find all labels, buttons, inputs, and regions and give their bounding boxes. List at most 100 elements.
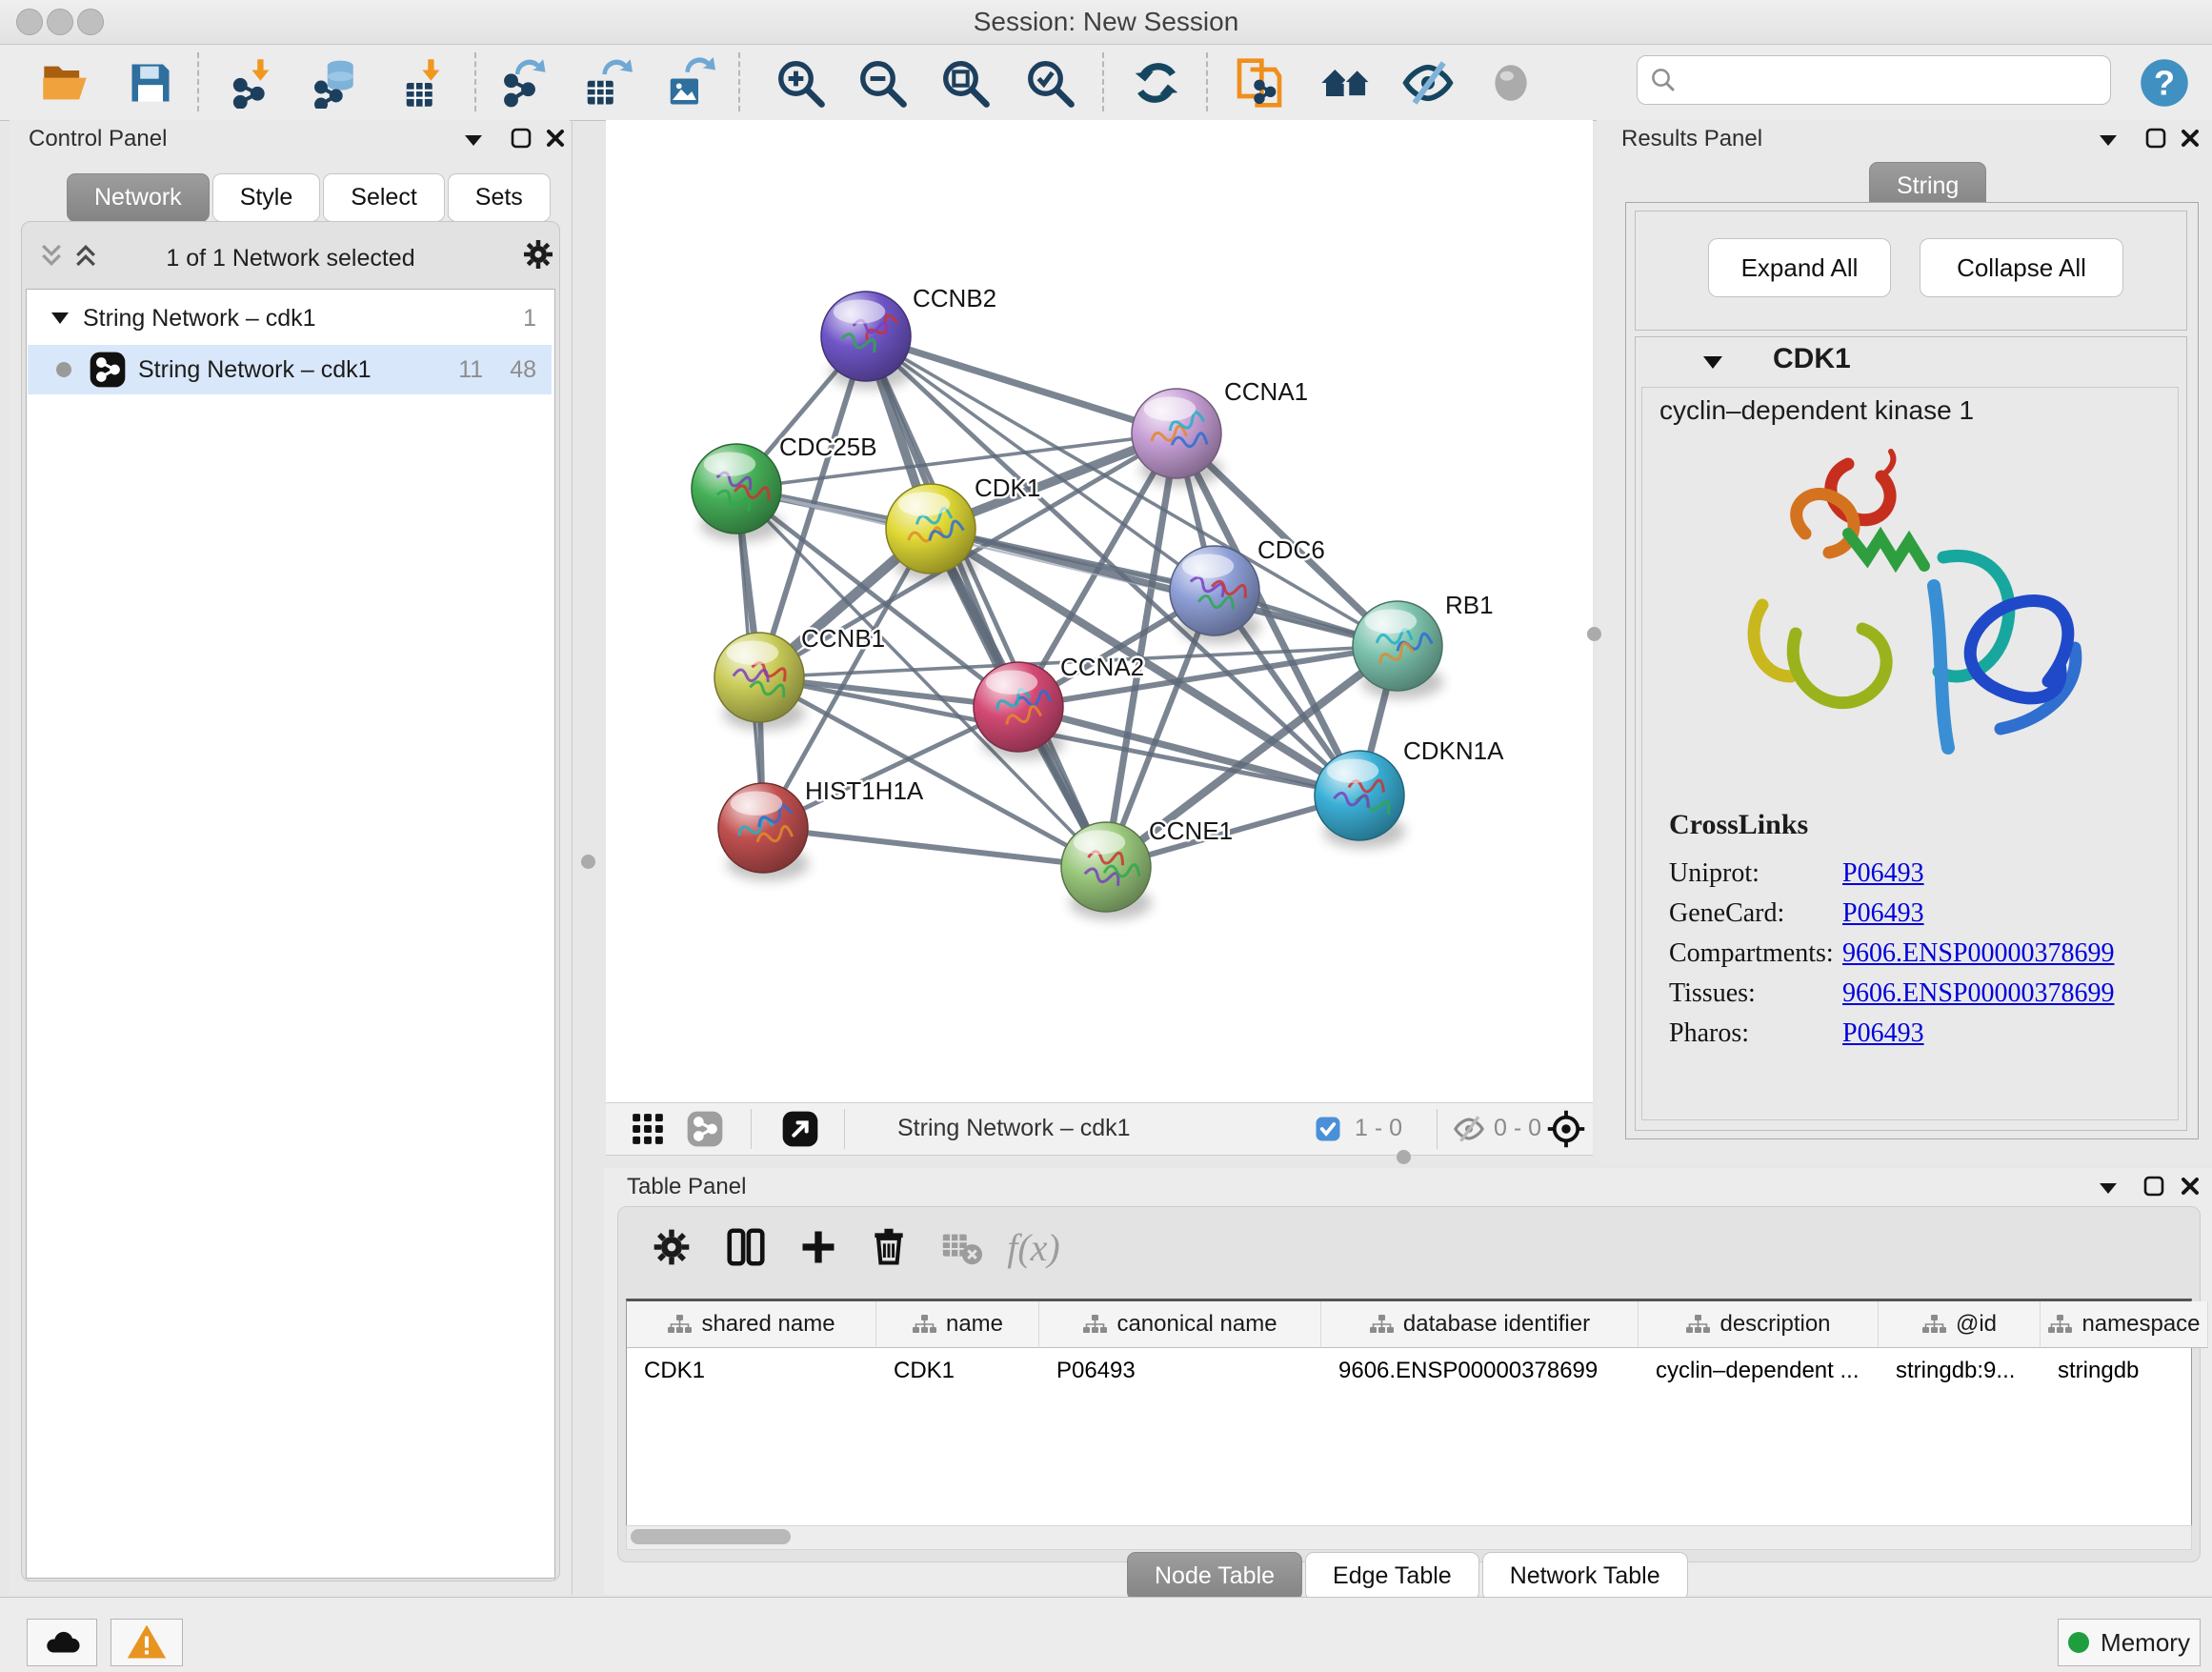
panel-menu-icon[interactable] [2092,1174,2124,1202]
table-panel-title: Table Panel [627,1174,746,1200]
column-header-description[interactable]: description [1639,1301,1879,1348]
tab-edge-table[interactable]: Edge Table [1305,1552,1479,1601]
delete-table-icon [935,1220,988,1274]
table-cell[interactable]: CDK1 [876,1348,1039,1394]
svg-text:CCNA2: CCNA2 [1060,653,1144,681]
column-header-name[interactable]: name [876,1301,1039,1348]
crosslink-value-link[interactable]: 9606.ENSP00000378699 [1842,978,2114,1009]
string-view-icon[interactable] [684,1109,726,1149]
table-gear-icon[interactable] [645,1220,698,1274]
table-cell[interactable]: 9606.ENSP00000378699 [1321,1348,1639,1394]
tab-select[interactable]: Select [323,173,444,222]
open-session-icon[interactable] [38,56,91,110]
export-network-icon[interactable] [497,56,551,110]
help-icon[interactable]: ? [2138,56,2191,110]
entry-collapse-icon[interactable] [1702,354,1723,371]
crosslink-value-link[interactable]: P06493 [1842,858,1924,889]
crosslink-label: Compartments: [1669,938,1842,969]
scrollbar-thumb[interactable] [631,1529,791,1544]
network-canvas[interactable]: CCNB2CCNA1CDC25BCDK1CDC6RB1CCNB1CCNA2CDK… [606,120,1593,1102]
table-cell[interactable]: stringdb:9... [1879,1348,2041,1394]
svg-text:HIST1H1A: HIST1H1A [805,776,924,805]
column-header--id[interactable]: @id [1879,1301,2041,1348]
selected-checkbox-icon[interactable] [1307,1109,1349,1149]
table-horizontal-scrollbar[interactable] [626,1525,2192,1550]
houses-icon[interactable] [1319,56,1373,110]
hide-graphics-details-icon[interactable] [1401,56,1455,110]
export-table-icon[interactable] [580,56,633,110]
tab-sets[interactable]: Sets [448,173,551,222]
column-header-shared-name[interactable]: shared name [627,1301,876,1348]
node-table[interactable]: shared namenamecanonical namedatabase id… [626,1299,2192,1527]
network-tree: String Network – cdk1 1 String Network –… [26,289,555,1579]
left-splitter-grip[interactable] [581,855,595,869]
string-app-icon [89,351,127,389]
eye-icon[interactable] [1484,56,1538,110]
export-image-icon[interactable] [663,56,716,110]
close-panel-icon[interactable] [2174,1172,2206,1200]
zoom-out-icon[interactable] [855,56,909,110]
bottom-splitter-grip[interactable] [1397,1150,1411,1164]
panel-menu-icon[interactable] [457,126,490,154]
crosslink-row: GeneCard:P06493 [1669,898,2178,929]
float-panel-icon[interactable] [505,124,537,152]
crosslinks-title: CrossLinks [1669,809,1808,841]
string-network-graph[interactable]: CCNB2CCNA1CDC25BCDK1CDC6RB1CCNB1CCNA2CDK… [606,120,1593,1107]
crosslink-label: Uniprot: [1669,858,1842,889]
table-cell[interactable]: cyclin–dependent ... [1639,1348,1879,1394]
network-view-toolbar: String Network – cdk1 1 - 0 0 - 0 [606,1102,1593,1156]
memory-button[interactable]: Memory [2058,1619,2201,1666]
column-header-canonical-name[interactable]: canonical name [1039,1301,1321,1348]
save-session-icon[interactable] [124,56,177,110]
import-network-database-icon[interactable] [312,56,365,110]
gear-icon[interactable] [521,237,555,276]
table-header-row[interactable]: shared namenamecanonical namedatabase id… [627,1301,2191,1348]
add-column-icon[interactable] [792,1220,845,1274]
network-collection-row[interactable]: String Network – cdk1 1 [28,293,552,343]
left-splitter[interactable] [572,120,573,1595]
grid-view-icon[interactable] [627,1109,669,1149]
cloud-button[interactable] [27,1619,97,1666]
crosslink-value-link[interactable]: 9606.ENSP00000378699 [1842,938,2114,969]
close-panel-icon[interactable] [539,124,572,152]
table-cell[interactable]: CDK1 [627,1348,876,1394]
expand-all-button[interactable]: Expand All [1708,238,1891,297]
import-table-icon[interactable] [399,56,452,110]
delete-column-icon[interactable] [862,1220,915,1274]
tab-style[interactable]: Style [212,173,321,222]
refresh-layout-icon[interactable] [1130,56,1183,110]
toolbar-separator [844,1109,845,1149]
birdseye-crosshair-icon[interactable] [1545,1109,1587,1149]
open-view-icon[interactable] [779,1109,821,1149]
crosslink-value-link[interactable]: P06493 [1842,898,1924,929]
panel-menu-icon[interactable] [2092,126,2124,154]
float-panel-icon[interactable] [2138,1172,2170,1200]
show-columns-icon[interactable] [719,1220,773,1274]
close-panel-icon[interactable] [2174,124,2206,152]
import-network-file-icon[interactable] [229,56,282,110]
toolbar-separator [751,1109,752,1149]
float-panel-icon[interactable] [2140,124,2172,152]
table-row[interactable]: CDK1CDK1P064939606.ENSP00000378699cyclin… [627,1348,2191,1394]
crosslink-label: Pharos: [1669,1018,1842,1049]
crosslink-value-link[interactable]: P06493 [1842,1018,1924,1049]
collapse-all-button[interactable]: Collapse All [1920,238,2123,297]
right-splitter-grip[interactable] [1587,627,1601,641]
table-cell[interactable]: stringdb [2041,1348,2208,1394]
table-body[interactable]: CDK1CDK1P064939606.ENSP00000378699cyclin… [627,1348,2191,1394]
zoom-fit-icon[interactable] [938,56,992,110]
tab-node-table[interactable]: Node Table [1127,1552,1302,1601]
warning-button[interactable] [111,1619,183,1666]
zoom-in-icon[interactable] [774,56,827,110]
zoom-selected-icon[interactable] [1023,56,1076,110]
tab-network[interactable]: Network [67,173,210,222]
network-from-clipboard-icon[interactable] [1233,56,1286,110]
network-row-selected[interactable]: String Network – cdk1 11 48 [28,345,552,394]
column-header-database-identifier[interactable]: database identifier [1321,1301,1639,1348]
column-header-namespace[interactable]: namespace [2041,1301,2208,1348]
network-view-title: String Network – cdk1 [897,1115,1131,1142]
table-cell[interactable]: P06493 [1039,1348,1321,1394]
search-input[interactable] [1637,55,2111,105]
tree-expand-icon[interactable] [50,311,70,326]
tab-network-table[interactable]: Network Table [1482,1552,1688,1601]
